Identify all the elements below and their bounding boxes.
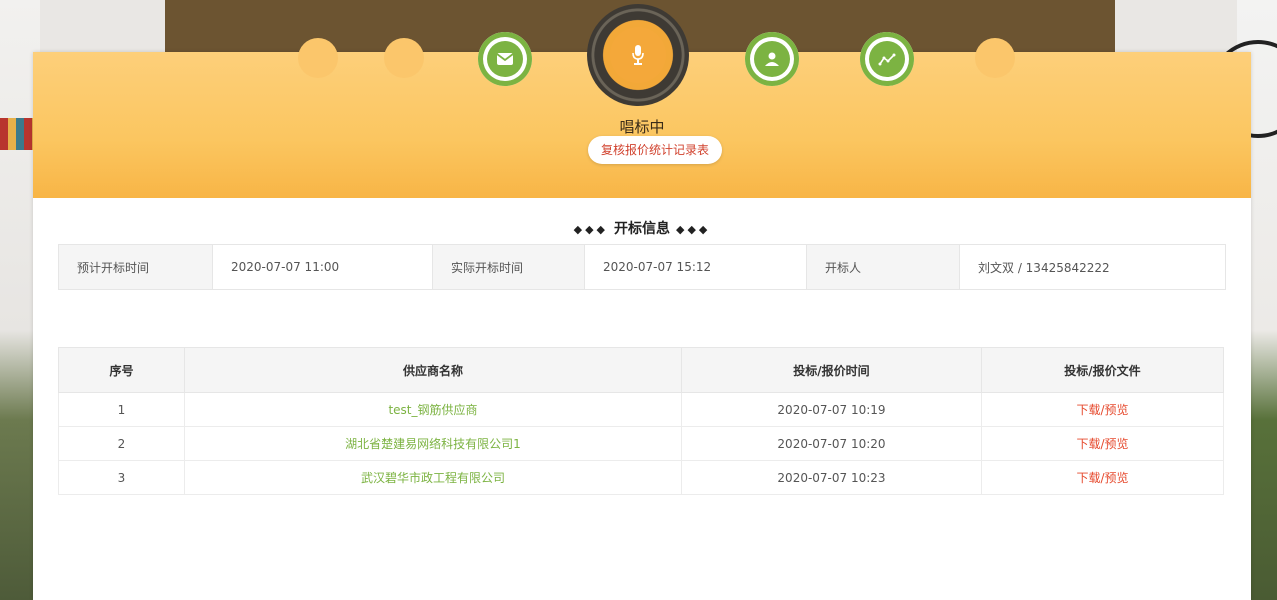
- table-row: 1 test_钢筋供应商 2020-07-07 10:19 下载/预览: [58, 392, 1224, 427]
- bid-time: 2020-07-07 10:20: [681, 426, 982, 461]
- review-report-button[interactable]: 复核报价统计记录表: [588, 136, 722, 164]
- section-title: 开标信息: [614, 221, 670, 237]
- current-stage-label: 唱标中: [619, 118, 665, 136]
- opener-value: 刘文双 / 13425842222: [959, 245, 1225, 289]
- step-chart[interactable]: [860, 32, 914, 86]
- row-no: 3: [58, 460, 185, 495]
- supplier-name: 湖北省楚建易网络科技有限公司1: [184, 426, 682, 461]
- row-no: 1: [58, 392, 185, 427]
- background-decoration: [0, 118, 34, 150]
- bid-time: 2020-07-07 10:23: [681, 460, 982, 495]
- user-icon: [765, 52, 779, 66]
- download-preview-link[interactable]: 下载/预览: [981, 426, 1224, 461]
- col-time: 投标/报价时间: [681, 347, 982, 393]
- col-supplier: 供应商名称: [184, 347, 682, 393]
- download-preview-link[interactable]: 下载/预览: [981, 460, 1224, 495]
- supplier-name: 武汉碧华市政工程有限公司: [184, 460, 682, 495]
- planned-time-label: 预计开标时间: [59, 245, 212, 289]
- actual-time-label: 实际开标时间: [433, 245, 584, 289]
- microphone-icon: [632, 45, 644, 65]
- opening-info-heading: ◆◆◆ 开标信息 ◆◆◆: [33, 218, 1251, 238]
- bid-time: 2020-07-07 10:19: [681, 392, 982, 427]
- table-row: 2 湖北省楚建易网络科技有限公司1 2020-07-07 10:20 下载/预览: [58, 426, 1224, 461]
- step-microphone-current[interactable]: [587, 4, 689, 106]
- progress-header: 唱标中 复核报价统计记录表: [33, 4, 1251, 198]
- opening-info-table: 预计开标时间 2020-07-07 11:00 实际开标时间 2020-07-0…: [58, 244, 1226, 290]
- step-envelope[interactable]: [478, 32, 532, 86]
- table-header-row: 序号 供应商名称 投标/报价时间 投标/报价文件: [58, 347, 1224, 393]
- actual-time-value: 2020-07-07 15:12: [584, 245, 807, 289]
- chart-line-icon: [878, 53, 896, 66]
- download-preview-link[interactable]: 下载/预览: [981, 392, 1224, 427]
- row-no: 2: [58, 426, 185, 461]
- step-2-pending: [384, 38, 424, 78]
- opener-label: 开标人: [807, 245, 959, 289]
- bid-opening-panel: 唱标中 复核报价统计记录表 ◆◆◆ 开标信息 ◆◆◆ 预计开标时间 2020-07-…: [33, 4, 1251, 600]
- supplier-name: test_钢筋供应商: [184, 392, 682, 427]
- col-file: 投标/报价文件: [981, 347, 1224, 393]
- bids-table: 序号 供应商名称 投标/报价时间 投标/报价文件 1 test_钢筋供应商 20…: [58, 347, 1224, 495]
- col-no: 序号: [58, 347, 185, 393]
- table-row: 3 武汉碧华市政工程有限公司 2020-07-07 10:23 下载/预览: [58, 460, 1224, 495]
- diamond-decoration-right: ◆◆◆: [676, 223, 711, 236]
- step-user[interactable]: [745, 32, 799, 86]
- step-1-pending: [298, 38, 338, 78]
- envelope-icon: [496, 53, 514, 65]
- step-7-pending: [975, 38, 1015, 78]
- planned-time-value: 2020-07-07 11:00: [212, 245, 433, 289]
- diamond-decoration-left: ◆◆◆: [573, 223, 608, 236]
